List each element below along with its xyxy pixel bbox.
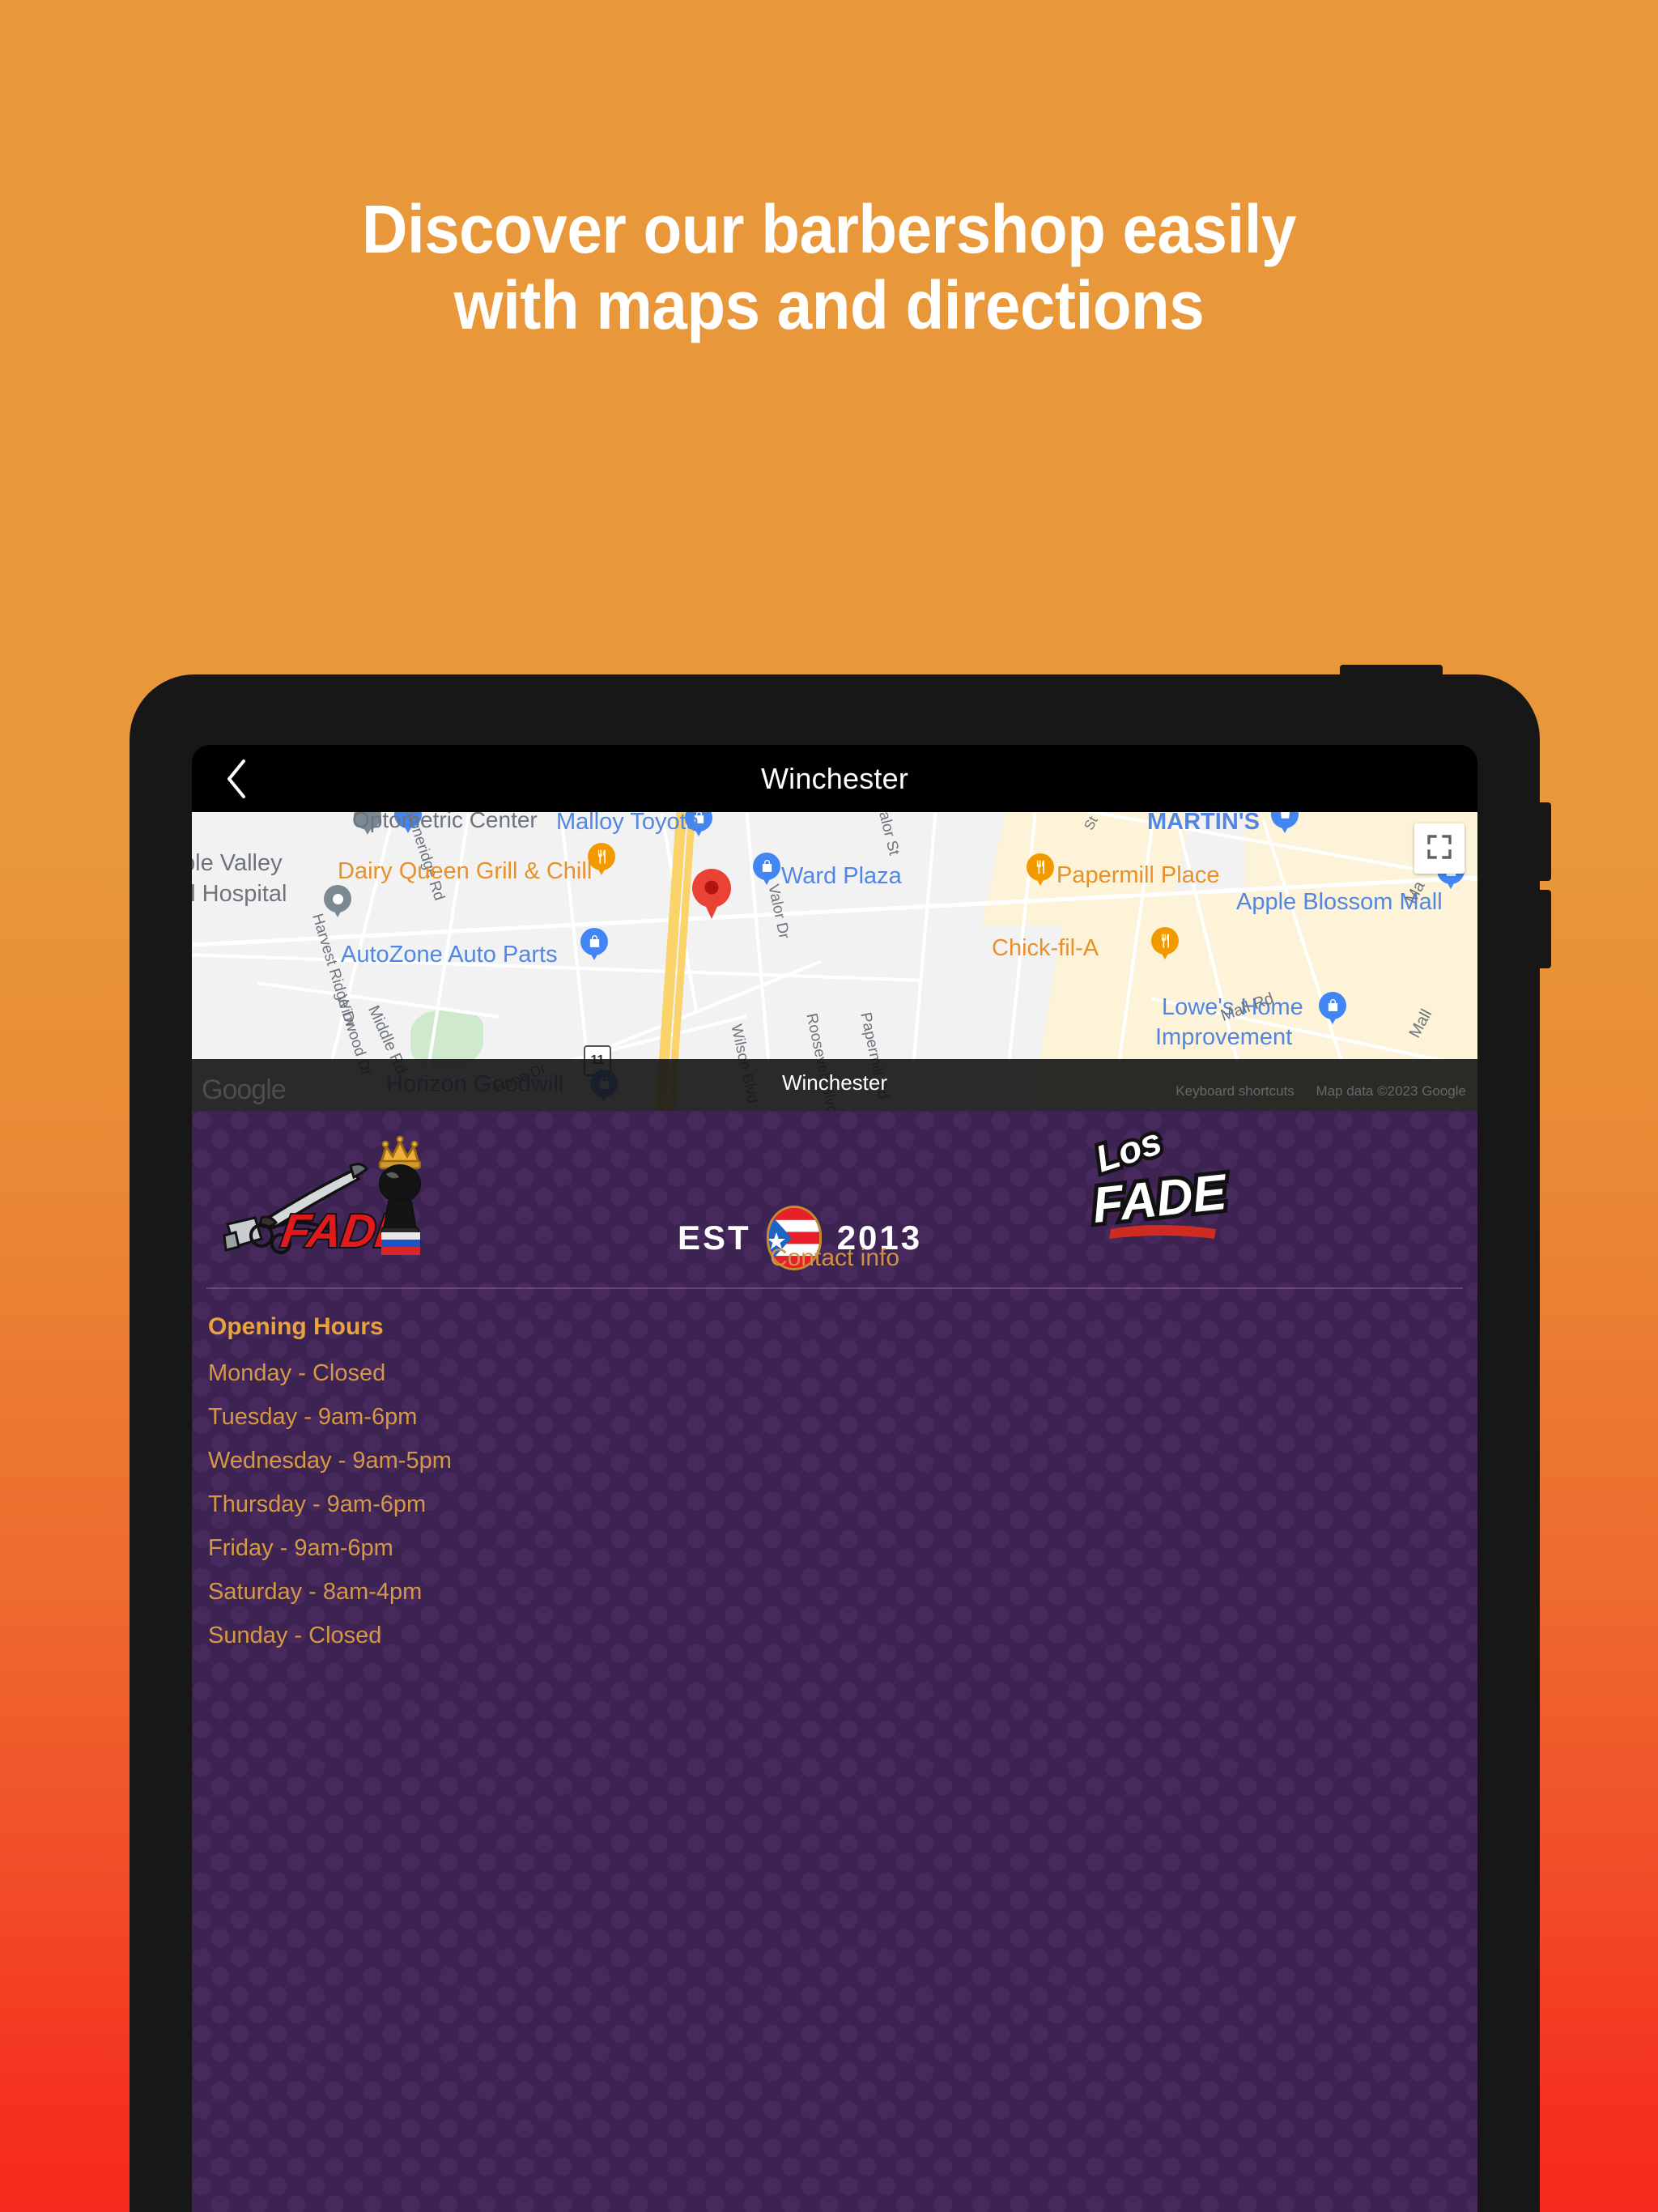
- map-fullscreen-button[interactable]: [1414, 823, 1465, 874]
- opening-hours-row: Sunday - Closed: [208, 1623, 382, 1648]
- chevron-left-icon: [224, 758, 249, 800]
- map-label: Dairy Queen Grill & Chill: [338, 858, 593, 884]
- map-pin-chick-fil-a[interactable]: [1151, 927, 1179, 959]
- contact-info-link[interactable]: Contact info: [192, 1244, 1477, 1272]
- headline-line-2: with maps and directions: [453, 267, 1205, 344]
- fade-graffiti-logo: FADE: [223, 1134, 490, 1259]
- map-label: Ward Plaza: [781, 863, 902, 889]
- map-pin-lowes[interactable]: [1319, 992, 1346, 1024]
- map-label: AutoZone Auto Parts: [341, 942, 558, 968]
- opening-hours-row: Wednesday - 9am-5pm: [208, 1448, 452, 1474]
- opening-hours-row: Friday - 9am-6pm: [208, 1535, 393, 1561]
- app-bar-title: Winchester: [760, 761, 909, 795]
- app-bar: Winchester: [192, 745, 1477, 812]
- map-label: Malloy Toyota: [556, 812, 699, 835]
- map-pin-hospital[interactable]: [324, 885, 351, 917]
- opening-hours-row: Monday - Closed: [208, 1360, 386, 1386]
- power-button[interactable]: [1340, 665, 1443, 676]
- opening-hours-row: Thursday - 9am-6pm: [208, 1491, 427, 1517]
- headline-line-1: Discover our barbershop easily: [362, 191, 1296, 267]
- shop-content-panel: FADE EST 2013 Los FADE Contact info Open…: [192, 1111, 1477, 2212]
- map-label: Improvement: [1155, 1024, 1293, 1050]
- map-label: Valor St: [873, 812, 903, 857]
- opening-hours-title: Opening Hours: [208, 1313, 384, 1340]
- opening-hours-row: Saturday - 8am-4pm: [208, 1579, 423, 1605]
- back-button[interactable]: [192, 745, 281, 812]
- map-pin-papermill-place[interactable]: [1027, 853, 1054, 886]
- promo-headline: Discover our barbershop easily with maps…: [58, 191, 1601, 343]
- device-screen: Winchester Optometric Center Malloy Toyo…: [192, 745, 1477, 2212]
- fullscreen-icon: [1426, 834, 1452, 864]
- map-label: Chick-fil-A: [992, 935, 1099, 961]
- crowned-figure-shape: [378, 1135, 422, 1255]
- volume-up-button[interactable]: [1540, 802, 1551, 881]
- los-fade-graffiti-logo: Los FADE: [1086, 1116, 1240, 1240]
- map-attribution-text: Keyboard shortcuts Map data ©2023 Google: [1158, 1083, 1466, 1100]
- opening-hours-row: Tuesday - 9am-6pm: [208, 1404, 418, 1430]
- map-pin-martins[interactable]: [1271, 812, 1299, 833]
- map-pin-autozone[interactable]: [580, 928, 608, 960]
- map-view[interactable]: 11: [192, 812, 1477, 1111]
- tablet-device-frame: Winchester Optometric Center Malloy Toyo…: [130, 665, 1551, 2212]
- map-label: Optometric Center: [352, 812, 538, 832]
- map-label: ple Valley: [192, 850, 283, 876]
- map-pin-selected-location[interactable]: [692, 869, 731, 919]
- map-pin-ward-plaza[interactable]: [753, 853, 780, 885]
- map-label: Papermill Place: [1056, 862, 1220, 888]
- volume-down-button[interactable]: [1540, 890, 1551, 968]
- map-attribution-bar: Winchester Google Keyboard shortcuts Map…: [192, 1059, 1477, 1111]
- google-logo: Google: [202, 1074, 287, 1105]
- keyboard-shortcuts-link[interactable]: Keyboard shortcuts: [1175, 1083, 1294, 1099]
- map-label: al Hospital: [192, 881, 287, 907]
- map-label: MARTIN'S: [1147, 812, 1260, 835]
- opening-hours-section: Opening Hours Monday - Closed Tuesday - …: [208, 1313, 452, 1668]
- map-data-credit: Map data ©2023 Google: [1316, 1083, 1467, 1099]
- section-divider: [206, 1287, 1463, 1289]
